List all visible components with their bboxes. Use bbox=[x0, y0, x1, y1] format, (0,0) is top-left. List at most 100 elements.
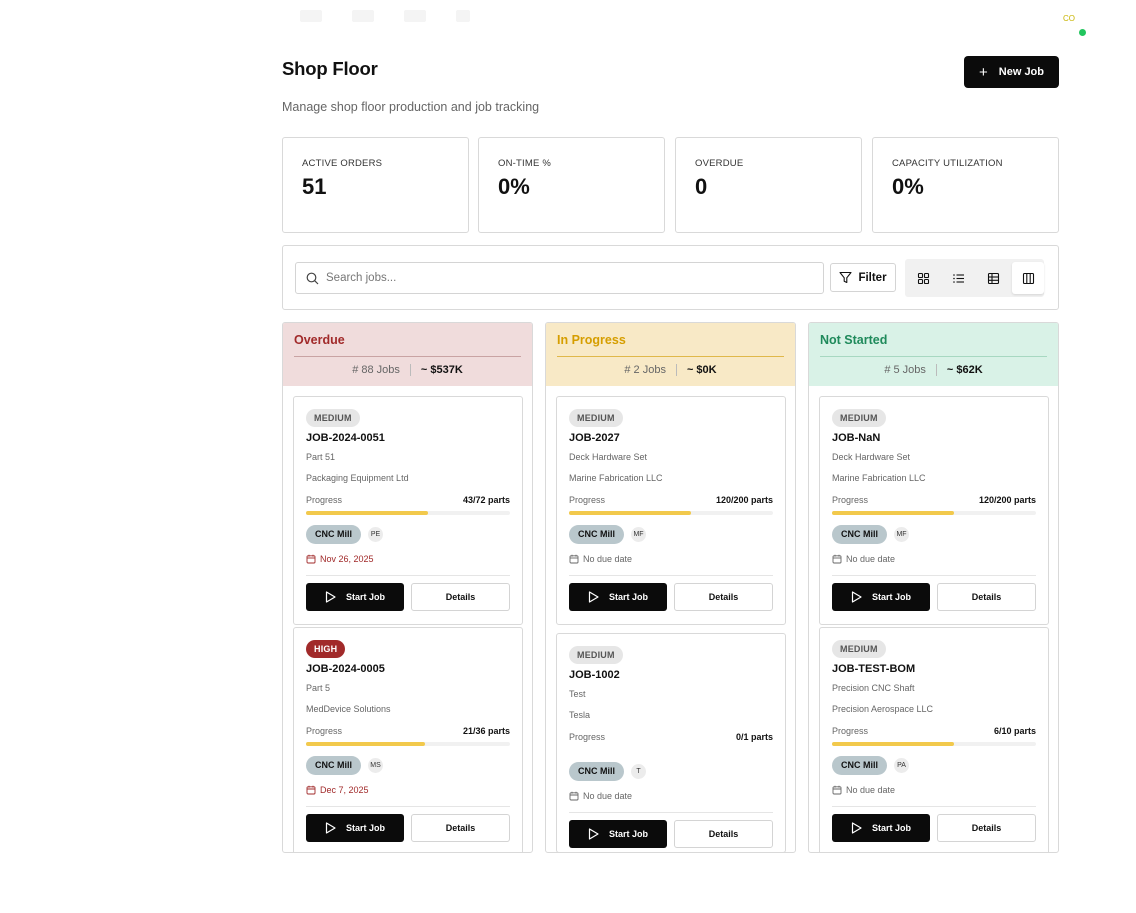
start-job-button[interactable]: Start Job bbox=[306, 814, 404, 842]
column-summary: # 5 Jobs ~ $62K bbox=[809, 364, 1058, 376]
job-card[interactable]: MEDIUM JOB-TEST-BOM Precision CNC Shaft … bbox=[819, 627, 1049, 852]
job-card[interactable]: MEDIUM JOB-2027 Deck Hardware Set Marine… bbox=[556, 396, 786, 625]
calendar-icon bbox=[306, 554, 316, 564]
kanban-column-not-started: Not Started # 5 Jobs ~ $62K MEDIUM JOB-N… bbox=[808, 322, 1059, 853]
online-status-dot bbox=[1079, 29, 1086, 36]
priority-badge: HIGH bbox=[306, 640, 346, 658]
page-title: Shop Floor bbox=[282, 58, 378, 79]
plus-icon: + bbox=[979, 63, 988, 81]
details-button[interactable]: Details bbox=[937, 583, 1036, 611]
due-date: No due date bbox=[569, 554, 632, 564]
filter-label: Filter bbox=[858, 271, 887, 284]
start-job-button[interactable]: Start Job bbox=[569, 583, 667, 611]
top-nav-item[interactable] bbox=[300, 10, 322, 22]
machine-tag: CNC Mill bbox=[306, 756, 361, 775]
user-avatar[interactable]: CO bbox=[1059, 9, 1079, 29]
job-toolbar: Filter bbox=[282, 245, 1059, 310]
due-date-text: No due date bbox=[583, 791, 633, 801]
new-job-button[interactable]: + New Job bbox=[964, 56, 1059, 88]
stat-card-overdue: OVERDUE 0 bbox=[675, 137, 862, 233]
details-button[interactable]: Details bbox=[411, 814, 510, 842]
play-icon bbox=[851, 591, 862, 603]
calendar-icon bbox=[569, 554, 579, 564]
job-card[interactable]: MEDIUM JOB-1002 Test Tesla Progress 0/1 … bbox=[556, 633, 786, 852]
progress-count: 21/36 parts bbox=[462, 726, 510, 736]
column-value: ~ $62K bbox=[946, 364, 983, 376]
stat-card-capacity-utilization: CAPACITY UTILIZATION 0% bbox=[872, 137, 1059, 233]
card-divider bbox=[306, 575, 510, 576]
stat-label: ACTIVE ORDERS bbox=[302, 158, 383, 169]
column-value: ~ $537K bbox=[420, 364, 463, 376]
table-view-icon bbox=[987, 272, 999, 284]
filter-button[interactable]: Filter bbox=[830, 263, 896, 292]
calendar-icon bbox=[832, 554, 842, 564]
part-name: Deck Hardware Set bbox=[832, 452, 911, 462]
divider bbox=[409, 364, 411, 376]
column-header: In Progress # 2 Jobs ~ $0K bbox=[546, 323, 795, 386]
start-job-button[interactable]: Start Job bbox=[306, 583, 404, 611]
details-button[interactable]: Details bbox=[674, 820, 773, 848]
priority-badge: MEDIUM bbox=[569, 409, 623, 427]
search-input[interactable] bbox=[326, 272, 806, 284]
start-job-label: Start Job bbox=[345, 592, 385, 602]
filter-icon bbox=[839, 271, 852, 284]
priority-badge: MEDIUM bbox=[832, 640, 886, 658]
list-view-button[interactable] bbox=[943, 262, 975, 294]
progress-bar bbox=[306, 742, 510, 746]
kanban-column-in-progress: In Progress # 2 Jobs ~ $0K MEDIUM JOB-20… bbox=[545, 322, 796, 853]
progress-count: 120/200 parts bbox=[978, 495, 1036, 505]
stat-label: ON-TIME % bbox=[498, 158, 551, 169]
job-card[interactable]: MEDIUM JOB-2024-0051 Part 51 Packaging E… bbox=[293, 396, 523, 625]
job-id: JOB-NaN bbox=[832, 432, 881, 444]
column-body: MEDIUM JOB-NaN Deck Hardware Set Marine … bbox=[809, 386, 1058, 852]
stat-label: CAPACITY UTILIZATION bbox=[892, 158, 1003, 169]
progress-bar bbox=[569, 511, 773, 515]
column-job-count: # 5 Jobs bbox=[884, 364, 926, 376]
column-value: ~ $0K bbox=[686, 364, 717, 376]
customer-name: Marine Fabrication LLC bbox=[569, 473, 663, 483]
column-title: Not Started bbox=[820, 333, 888, 347]
search-box[interactable] bbox=[295, 262, 824, 294]
start-job-button[interactable]: Start Job bbox=[569, 820, 667, 848]
start-job-label: Start Job bbox=[345, 823, 385, 833]
customer-initials-avatar: MF bbox=[631, 527, 646, 542]
kanban-view-button[interactable] bbox=[1012, 262, 1044, 294]
start-job-label: Start Job bbox=[608, 829, 648, 839]
grid-view-button[interactable] bbox=[908, 262, 940, 294]
start-job-button[interactable]: Start Job bbox=[832, 814, 930, 842]
top-nav-item[interactable] bbox=[404, 10, 426, 22]
due-date: No due date bbox=[832, 554, 895, 564]
card-divider bbox=[306, 806, 510, 807]
table-view-button[interactable] bbox=[978, 262, 1010, 294]
start-job-button[interactable]: Start Job bbox=[832, 583, 930, 611]
start-job-label: Start Job bbox=[871, 823, 911, 833]
job-id: JOB-TEST-BOM bbox=[832, 663, 916, 675]
search-icon bbox=[306, 272, 319, 284]
progress-count: 120/200 parts bbox=[715, 495, 773, 505]
customer-initials-avatar: MS bbox=[368, 758, 383, 773]
progress-fill bbox=[569, 511, 692, 515]
customer-name: MedDevice Solutions bbox=[306, 704, 391, 714]
top-nav-item[interactable] bbox=[352, 10, 374, 22]
job-card[interactable]: HIGH JOB-2024-0005 Part 5 MedDevice Solu… bbox=[293, 627, 523, 852]
customer-initials-avatar: T bbox=[631, 764, 646, 779]
column-title: In Progress bbox=[557, 333, 626, 347]
start-job-label: Start Job bbox=[608, 592, 648, 602]
new-job-label: New Job bbox=[998, 66, 1044, 78]
stat-value: 0% bbox=[498, 174, 530, 199]
column-job-count: # 2 Jobs bbox=[624, 364, 666, 376]
job-id: JOB-2024-0051 bbox=[306, 432, 385, 444]
details-button[interactable]: Details bbox=[411, 583, 510, 611]
progress-bar bbox=[306, 511, 510, 515]
job-id: JOB-2024-0005 bbox=[306, 663, 385, 675]
job-card[interactable]: MEDIUM JOB-NaN Deck Hardware Set Marine … bbox=[819, 396, 1049, 625]
details-button[interactable]: Details bbox=[937, 814, 1036, 842]
top-nav-item[interactable] bbox=[456, 10, 470, 22]
column-header: Not Started # 5 Jobs ~ $62K bbox=[809, 323, 1058, 386]
machine-tag: CNC Mill bbox=[306, 525, 361, 544]
calendar-icon bbox=[306, 785, 316, 795]
customer-name: Tesla bbox=[569, 710, 591, 720]
progress-bar bbox=[832, 742, 1036, 746]
stat-value: 51 bbox=[302, 174, 327, 199]
details-button[interactable]: Details bbox=[674, 583, 773, 611]
